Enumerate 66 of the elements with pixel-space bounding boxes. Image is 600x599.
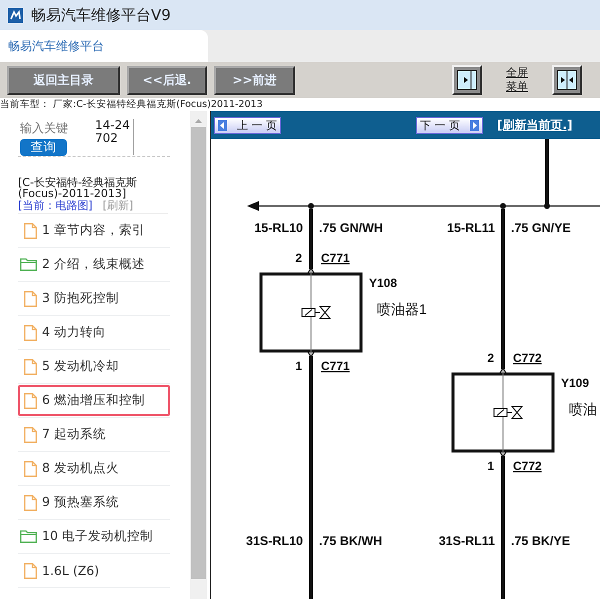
app-logo-icon bbox=[8, 8, 23, 22]
tree-item[interactable]: 8 发动机点火 bbox=[18, 453, 170, 484]
home-button[interactable]: 返回主目录 bbox=[7, 66, 120, 94]
refresh-page-link[interactable]: [刷新当前页.] bbox=[497, 116, 573, 134]
circuit-label: 31S-RL10 bbox=[246, 534, 303, 548]
forward-button[interactable]: >>前进 bbox=[214, 66, 295, 94]
file-icon bbox=[24, 426, 37, 442]
prev-page-button[interactable]: 上 一 页 bbox=[214, 116, 281, 134]
component-name: 喷油 bbox=[569, 401, 597, 417]
wire-color-label: .75 BK/YE bbox=[511, 534, 570, 548]
file-icon bbox=[24, 290, 37, 306]
file-icon bbox=[24, 324, 37, 340]
tree-item[interactable]: 5 发动机冷却 bbox=[18, 351, 170, 382]
search-button[interactable]: 查询 bbox=[20, 138, 67, 156]
connector-label: C772 bbox=[513, 351, 542, 365]
window-title: 畅易汽车维修平台V9 bbox=[31, 6, 171, 24]
pin-number: 2 bbox=[295, 251, 302, 265]
circuit-label: 15-RL11 bbox=[447, 221, 495, 235]
connector-label: C771 bbox=[321, 359, 350, 373]
back-button[interactable]: <<后退. bbox=[127, 66, 207, 94]
connector-label: C771 bbox=[321, 251, 350, 265]
component-ref: Y108 bbox=[369, 276, 398, 290]
next-page-button[interactable]: 下 一 页 bbox=[416, 116, 483, 134]
component-name: 喷油器1 bbox=[377, 301, 427, 317]
collapse-panel-button[interactable] bbox=[452, 65, 482, 95]
left-arrow-icon bbox=[218, 120, 227, 130]
tree-item[interactable]: 4 动力转向 bbox=[18, 317, 170, 348]
connector-label: C772 bbox=[513, 459, 542, 473]
pin-number: 2 bbox=[487, 351, 494, 365]
tree-item[interactable]: 1 章节内容，索引 bbox=[18, 215, 170, 246]
wire bbox=[545, 139, 549, 206]
current-vehicle-text: 当前车型： 厂家:C-长安福特经典福克斯(Focus)2011-2013 bbox=[0, 98, 263, 111]
tree-item[interactable]: 1.6L (Z6) bbox=[18, 555, 170, 586]
tree-item[interactable]: 2 介绍，线束概述 bbox=[18, 249, 170, 280]
circuit-label: 15-RL10 bbox=[254, 221, 303, 235]
right-arrow-icon bbox=[470, 120, 479, 130]
split-panel-button[interactable] bbox=[552, 65, 582, 95]
current-view-link[interactable]: [当前：电路图] bbox=[18, 199, 93, 212]
tree-item[interactable]: 7 起动系统 bbox=[18, 419, 170, 450]
part-number-text: 14-24702 bbox=[95, 119, 134, 155]
file-icon bbox=[24, 494, 37, 510]
tree-item[interactable]: 9 预热塞系统 bbox=[18, 487, 170, 518]
wire bbox=[309, 209, 313, 269]
circuit-label: 31S-RL11 bbox=[438, 534, 495, 548]
folder-icon bbox=[20, 530, 37, 543]
wire-color-label: .75 BK/WH bbox=[319, 534, 382, 548]
tree-item[interactable]: 10 电子发动机控制 bbox=[18, 521, 170, 552]
pin-number: 1 bbox=[487, 459, 494, 473]
vehicle-model-text: [C-长安福特-经典福克斯(Focus)-2011-2013] bbox=[18, 177, 138, 199]
file-icon bbox=[24, 460, 37, 476]
junction-dot bbox=[544, 203, 550, 209]
junction-dot bbox=[308, 203, 314, 209]
tree-item[interactable]: 3 防抱死控制 bbox=[18, 283, 170, 314]
app-tab[interactable]: 畅易汽车维修平台 bbox=[0, 30, 208, 62]
fullscreen-menu-link[interactable]: 全屏菜单 bbox=[503, 66, 531, 94]
file-icon bbox=[24, 562, 37, 578]
file-icon bbox=[24, 222, 37, 238]
file-icon bbox=[24, 392, 37, 408]
component-ref: Y109 bbox=[561, 376, 590, 390]
junction-dot bbox=[500, 203, 506, 209]
wire-color-label: .75 GN/WH bbox=[319, 221, 383, 235]
folder-icon bbox=[20, 258, 37, 271]
pin-number: 1 bbox=[295, 359, 302, 373]
wire-color-label: .75 GN/YE bbox=[511, 221, 571, 235]
file-icon bbox=[24, 358, 37, 374]
tree-item[interactable]: 6 燃油增压和控制 bbox=[18, 385, 170, 416]
